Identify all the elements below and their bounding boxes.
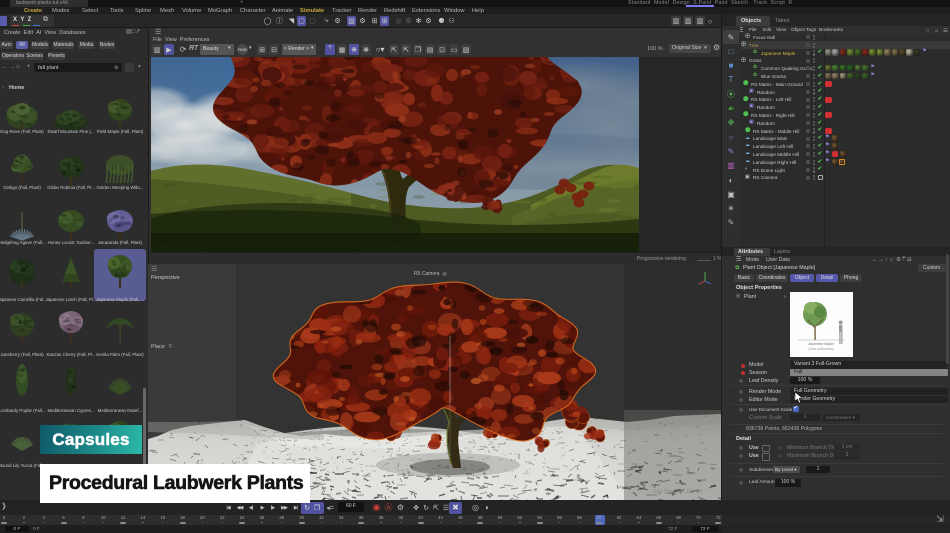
svg-text:(Acer palmatum): (Acer palmatum)	[808, 347, 833, 351]
svg-text:Japanese Maple: Japanese Maple	[808, 342, 834, 346]
